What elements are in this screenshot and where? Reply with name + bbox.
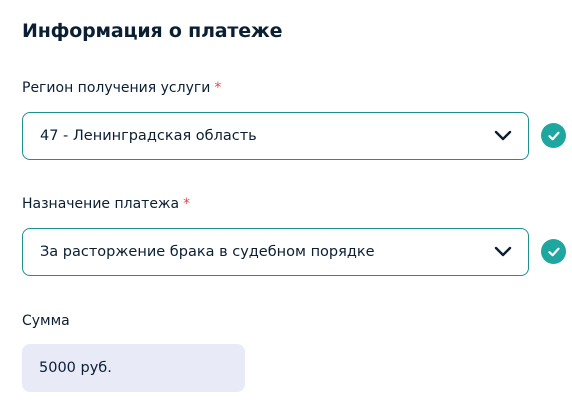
region-select-value: 47 - Ленинградская область bbox=[40, 128, 257, 144]
region-label-text: Регион получения услуги bbox=[22, 80, 211, 96]
amount-field: 5000 руб. bbox=[22, 344, 245, 392]
check-circle-icon bbox=[541, 239, 566, 264]
check-circle-icon bbox=[541, 123, 566, 148]
chevron-down-icon bbox=[494, 246, 512, 257]
region-select[interactable]: 47 - Ленинградская область bbox=[22, 112, 529, 160]
amount-label: Сумма bbox=[22, 313, 70, 329]
purpose-label: Назначение платежа * bbox=[22, 196, 190, 212]
chevron-down-icon bbox=[494, 130, 512, 141]
payment-info-panel: Информация о платеже Регион получения ус… bbox=[0, 0, 572, 420]
purpose-label-text: Назначение платежа bbox=[22, 196, 180, 212]
section-title: Информация о платеже bbox=[22, 20, 283, 42]
purpose-select[interactable]: За расторжение брака в судебном порядке bbox=[22, 228, 529, 276]
required-mark: * bbox=[183, 196, 191, 212]
required-mark: * bbox=[214, 80, 222, 96]
region-label: Регион получения услуги * bbox=[22, 80, 221, 96]
purpose-select-value: За расторжение брака в судебном порядке bbox=[40, 244, 375, 260]
